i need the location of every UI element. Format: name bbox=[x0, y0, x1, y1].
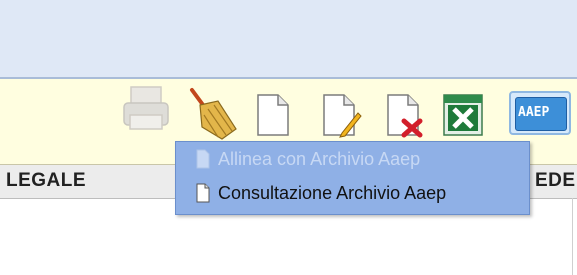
document-delete-icon[interactable] bbox=[386, 93, 426, 139]
broom-icon[interactable] bbox=[184, 87, 240, 143]
table-right-border bbox=[572, 198, 573, 275]
column-header-sede[interactable]: EDE bbox=[535, 170, 576, 192]
menu-item-label: Allinea con Archivio Aaep bbox=[218, 149, 421, 169]
aaep-icon-badge: AAEP bbox=[515, 97, 567, 131]
menu-item-consultazione[interactable]: Consultazione Archivio Aaep bbox=[176, 178, 529, 210]
context-menu: Allinea con Archivio Aaep Consultazione … bbox=[175, 141, 530, 215]
printer-icon[interactable] bbox=[118, 85, 178, 135]
menu-item-allinea[interactable]: Allinea con Archivio Aaep bbox=[176, 144, 529, 176]
aaep-label: AAEP bbox=[518, 105, 550, 120]
menu-item-label: Consultazione Archivio Aaep bbox=[218, 183, 447, 203]
aaep-icon[interactable]: AAEP bbox=[509, 91, 571, 135]
top-band bbox=[0, 0, 577, 77]
excel-icon[interactable] bbox=[442, 93, 484, 137]
document-edit-icon[interactable] bbox=[322, 93, 362, 139]
document-icon bbox=[196, 149, 210, 169]
document-icon bbox=[196, 183, 210, 203]
column-header-legale[interactable]: LEGALE bbox=[6, 170, 86, 192]
document-icon[interactable] bbox=[256, 93, 290, 137]
